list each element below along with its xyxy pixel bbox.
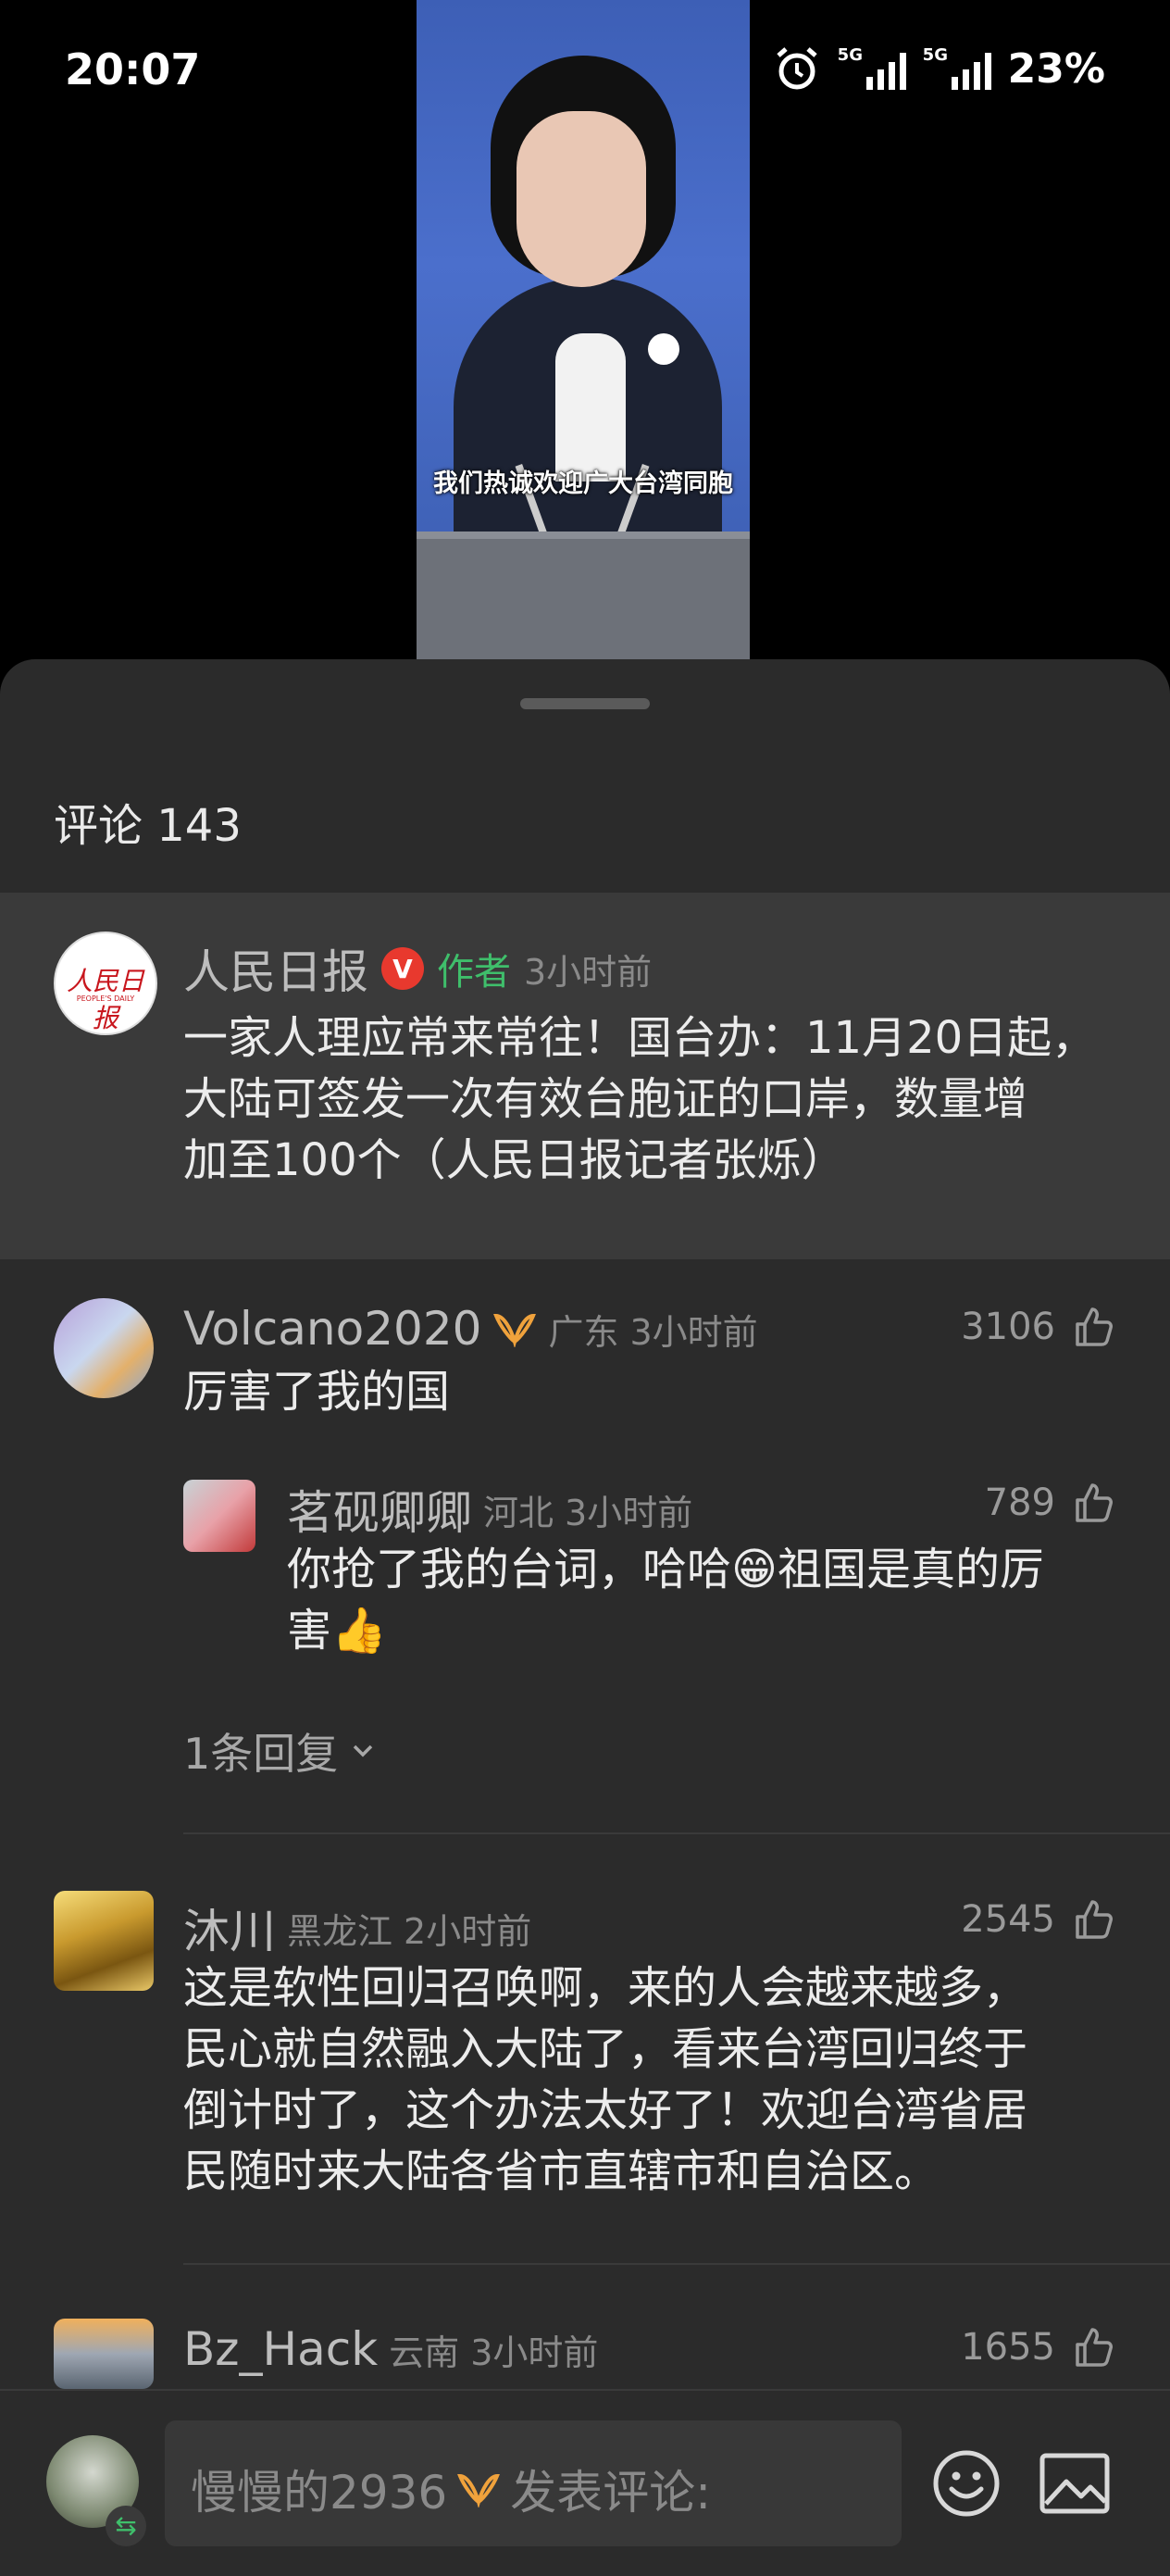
- avatar[interactable]: [54, 1891, 154, 1991]
- battery-level: 23%: [1007, 44, 1105, 93]
- comment-text: 一家人理应常来常往！国台办：11月20日起， 大陆可签发一次有效台胞证的口岸，数…: [183, 1012, 1097, 1186]
- author-tag: 作者: [437, 951, 511, 994]
- chevron-down-icon: [354, 1744, 373, 1757]
- like-button[interactable]: 2545: [961, 1898, 1114, 1941]
- replies-toggle[interactable]: 1条回复: [183, 1720, 379, 1782]
- comment-input[interactable]: 慢慢的2936 发表评论:: [165, 2420, 902, 2546]
- podium-edge: [417, 531, 750, 539]
- thumbs-up-icon: [1076, 1307, 1113, 1346]
- comment-time: 3小时前: [565, 1492, 693, 1533]
- comment-item[interactable]: Volcano2020 广东 3小时前 3106 厉害了我的国 茗砚卿卿 河北 …: [0, 1298, 1170, 1678]
- like-button[interactable]: 3106: [961, 1306, 1114, 1348]
- reply-text: 你抢了我的台词，哈哈😁祖国是真的厉 害👍: [287, 1544, 1045, 1657]
- comment-region: 广东: [548, 1311, 619, 1353]
- replies-toggle-label: 1条回复: [183, 1729, 339, 1779]
- like-count: 789: [984, 1482, 1055, 1524]
- speaker-shirt: [555, 333, 626, 481]
- signal-icon-2: 5G: [923, 45, 991, 92]
- avatar[interactable]: [54, 1298, 154, 1398]
- divider: [183, 2263, 1170, 2265]
- comment-region: 黑龙江: [287, 1910, 393, 1952]
- like-button[interactable]: 1655: [961, 2326, 1114, 2369]
- comment-author-name[interactable]: 人民日报: [183, 935, 368, 1002]
- alarm-icon: [777, 47, 817, 90]
- comment-author-name[interactable]: Bz_Hack: [183, 2322, 378, 2376]
- comment-time: 2小时前: [404, 1910, 532, 1952]
- comment-time: 3小时前: [470, 2332, 599, 2373]
- comment-input-placeholder: 慢慢的2936 发表评论:: [191, 2466, 712, 2520]
- like-count: 3106: [961, 1306, 1055, 1348]
- vip-icon: [493, 1313, 537, 1347]
- comment-input-bar: ⇆ 慢慢的2936 发表评论:: [0, 2389, 1170, 2576]
- comment-time: 3小时前: [524, 951, 653, 993]
- emoji-icon[interactable]: [931, 2448, 1002, 2519]
- verified-badge: V: [381, 947, 424, 990]
- avatar[interactable]: 人民日报 PEOPLE'S DAILY: [54, 932, 157, 1035]
- signal-icon-1: 5G: [838, 45, 906, 92]
- avatar[interactable]: [183, 1480, 255, 1552]
- avatar-logo-subtext: PEOPLE'S DAILY: [76, 994, 135, 1003]
- comment-region: 河北: [483, 1492, 554, 1533]
- author-comment[interactable]: 人民日报 PEOPLE'S DAILY 人民日报 V 作者 3小时前 一家人理应…: [0, 893, 1170, 1259]
- brooch: [648, 333, 679, 365]
- like-count: 2545: [961, 1898, 1055, 1941]
- divider: [183, 1832, 1170, 1834]
- like-count: 1655: [961, 2326, 1055, 2369]
- podium: [417, 539, 750, 659]
- image-icon[interactable]: [1039, 2450, 1111, 2517]
- status-icons: 5G 5G 23%: [773, 44, 1105, 93]
- comment-count-header: 评论 143: [54, 800, 242, 852]
- like-button[interactable]: 789: [985, 1482, 1114, 1524]
- vip-icon: [457, 2473, 501, 2507]
- comment-time: 3小时前: [629, 1311, 758, 1353]
- switch-account-icon[interactable]: ⇆: [106, 2506, 146, 2546]
- drag-handle[interactable]: [520, 698, 650, 709]
- avatar[interactable]: [54, 2319, 154, 2389]
- thumbs-up-icon: [1076, 1483, 1113, 1522]
- comment-author-name[interactable]: 沐川: [183, 1894, 276, 1961]
- video-subtitle: 我们热诚欢迎广大台湾同胞: [433, 469, 733, 498]
- thumbs-up-icon: [1076, 1900, 1113, 1939]
- comment-author-name[interactable]: Volcano2020: [183, 1302, 481, 1356]
- comment-region: 云南: [389, 2332, 460, 2373]
- comment-sheet: 评论 143 人民日报 PEOPLE'S DAILY 人民日报 V 作者 3小时…: [0, 659, 1170, 2574]
- clock: 20:07: [65, 44, 201, 94]
- reply-author-name[interactable]: 茗砚卿卿: [287, 1476, 472, 1543]
- comment-text: 厉害了我的国: [183, 1366, 451, 1418]
- thumbs-up-icon: [1076, 2328, 1113, 2367]
- comment-item[interactable]: 沐川 黑龙江 2小时前 2545 这是软性回归召唤啊，来的人会越来越多， 民心就…: [0, 1891, 1170, 2197]
- reply-item[interactable]: 茗砚卿卿 河北 3小时前 789 你抢了我的台词，哈哈😁祖国是真的厉 害👍: [183, 1480, 1170, 1665]
- comment-text: 这是软性回归召唤啊，来的人会越来越多， 民心就自然融入大陆了，看来台湾回归终于 …: [183, 1962, 1028, 2197]
- status-bar: 20:07 5G 5G 23%: [0, 0, 1170, 139]
